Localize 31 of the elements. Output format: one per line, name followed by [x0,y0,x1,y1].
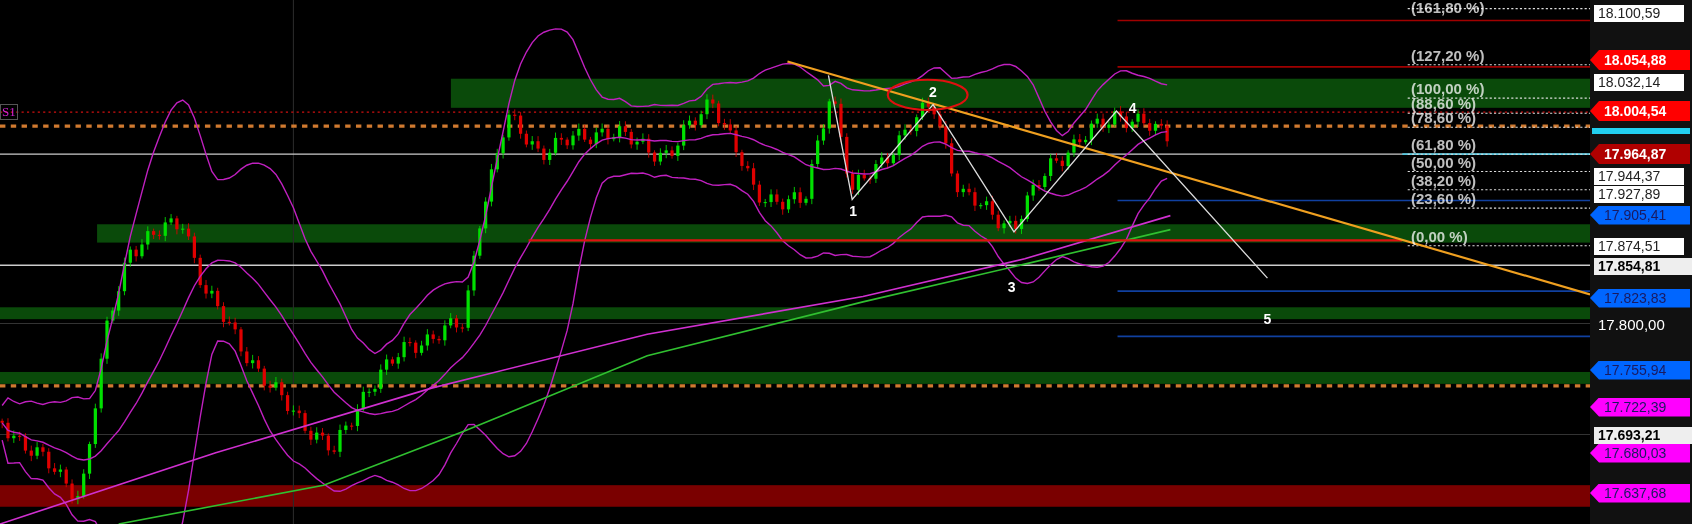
price-tag: 18.100,59 [1594,4,1684,22]
price-tag: 17.874,51 [1594,237,1684,255]
price-tag: 17.905,41 [1590,205,1690,225]
fib-level-label: (88,60 %) [1410,96,1477,112]
wave-label: 5 [1263,312,1272,327]
price-tag: 17.637,68 [1590,483,1690,503]
fib-level-label: (127,20 %) [1410,47,1486,63]
wave-label: 1 [849,204,858,219]
price-tag: 17.854,81 [1594,257,1692,275]
price-tag: 17.964,87 [1590,144,1690,164]
fib-level-label: (50,00 %) [1410,154,1478,170]
price-tag: 17.722,39 [1590,397,1690,417]
wave-label: 2 [929,84,937,99]
price-tag: 18.004,54 [1590,101,1690,121]
price-label: 17.800,00 [1598,315,1665,333]
price-tag: 17.927,89 [1594,185,1684,203]
price-tag: 17.680,03 [1590,443,1690,463]
price-tag: 18.054,88 [1590,50,1690,70]
indicator-label: S1 [0,104,18,120]
fib-level-label: (38,20 %) [1410,172,1478,188]
wave-label: 3 [1007,279,1016,294]
wave-label: 4 [1128,100,1137,115]
fib-level-label: (100,00 %) [1410,81,1486,97]
fib-level-label: (0,00 %) [1410,228,1469,244]
price-tag: 17.755,94 [1590,360,1690,380]
price-tag: 18.032,14 [1594,73,1684,91]
fib-level-label: (161,80 %) [1410,0,1486,15]
price-tag: 17.944,37 [1594,167,1684,185]
price-tag: 17.823,83 [1590,288,1690,308]
price-tag: 17.693,21 [1594,426,1692,444]
fib-level-label: (61,80 %) [1410,137,1478,153]
